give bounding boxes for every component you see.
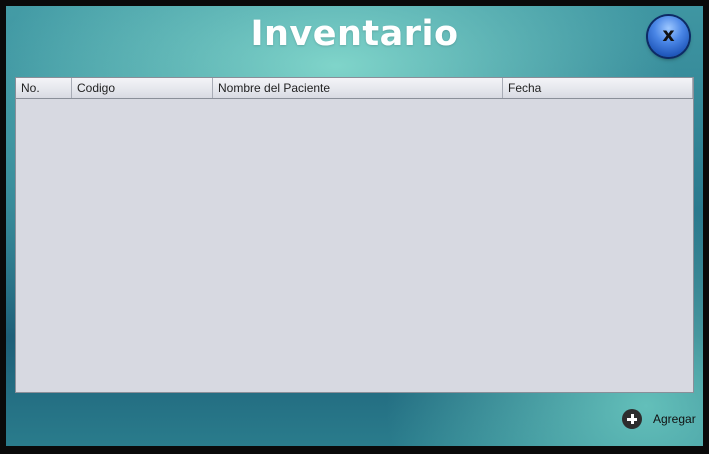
close-button[interactable]: x — [648, 16, 689, 57]
add-button[interactable]: Agregar — [622, 408, 696, 430]
patient-table: No. Codigo Nombre del Paciente Fecha — [15, 77, 694, 393]
window-title: Inventario — [250, 14, 459, 54]
close-icon: x — [662, 24, 675, 46]
table-header: No. Codigo Nombre del Paciente Fecha — [16, 78, 693, 99]
inventario-window: Inventario x No. Codigo Nombre del Pacie… — [6, 6, 703, 446]
column-header-fecha[interactable]: Fecha — [503, 78, 693, 98]
add-button-label: Agregar — [653, 412, 696, 426]
column-header-nombre-del-paciente[interactable]: Nombre del Paciente — [213, 78, 503, 98]
column-header-no[interactable]: No. — [16, 78, 72, 98]
plus-circle-icon — [622, 409, 642, 429]
table-body[interactable] — [16, 99, 693, 392]
column-header-codigo[interactable]: Codigo — [72, 78, 213, 98]
